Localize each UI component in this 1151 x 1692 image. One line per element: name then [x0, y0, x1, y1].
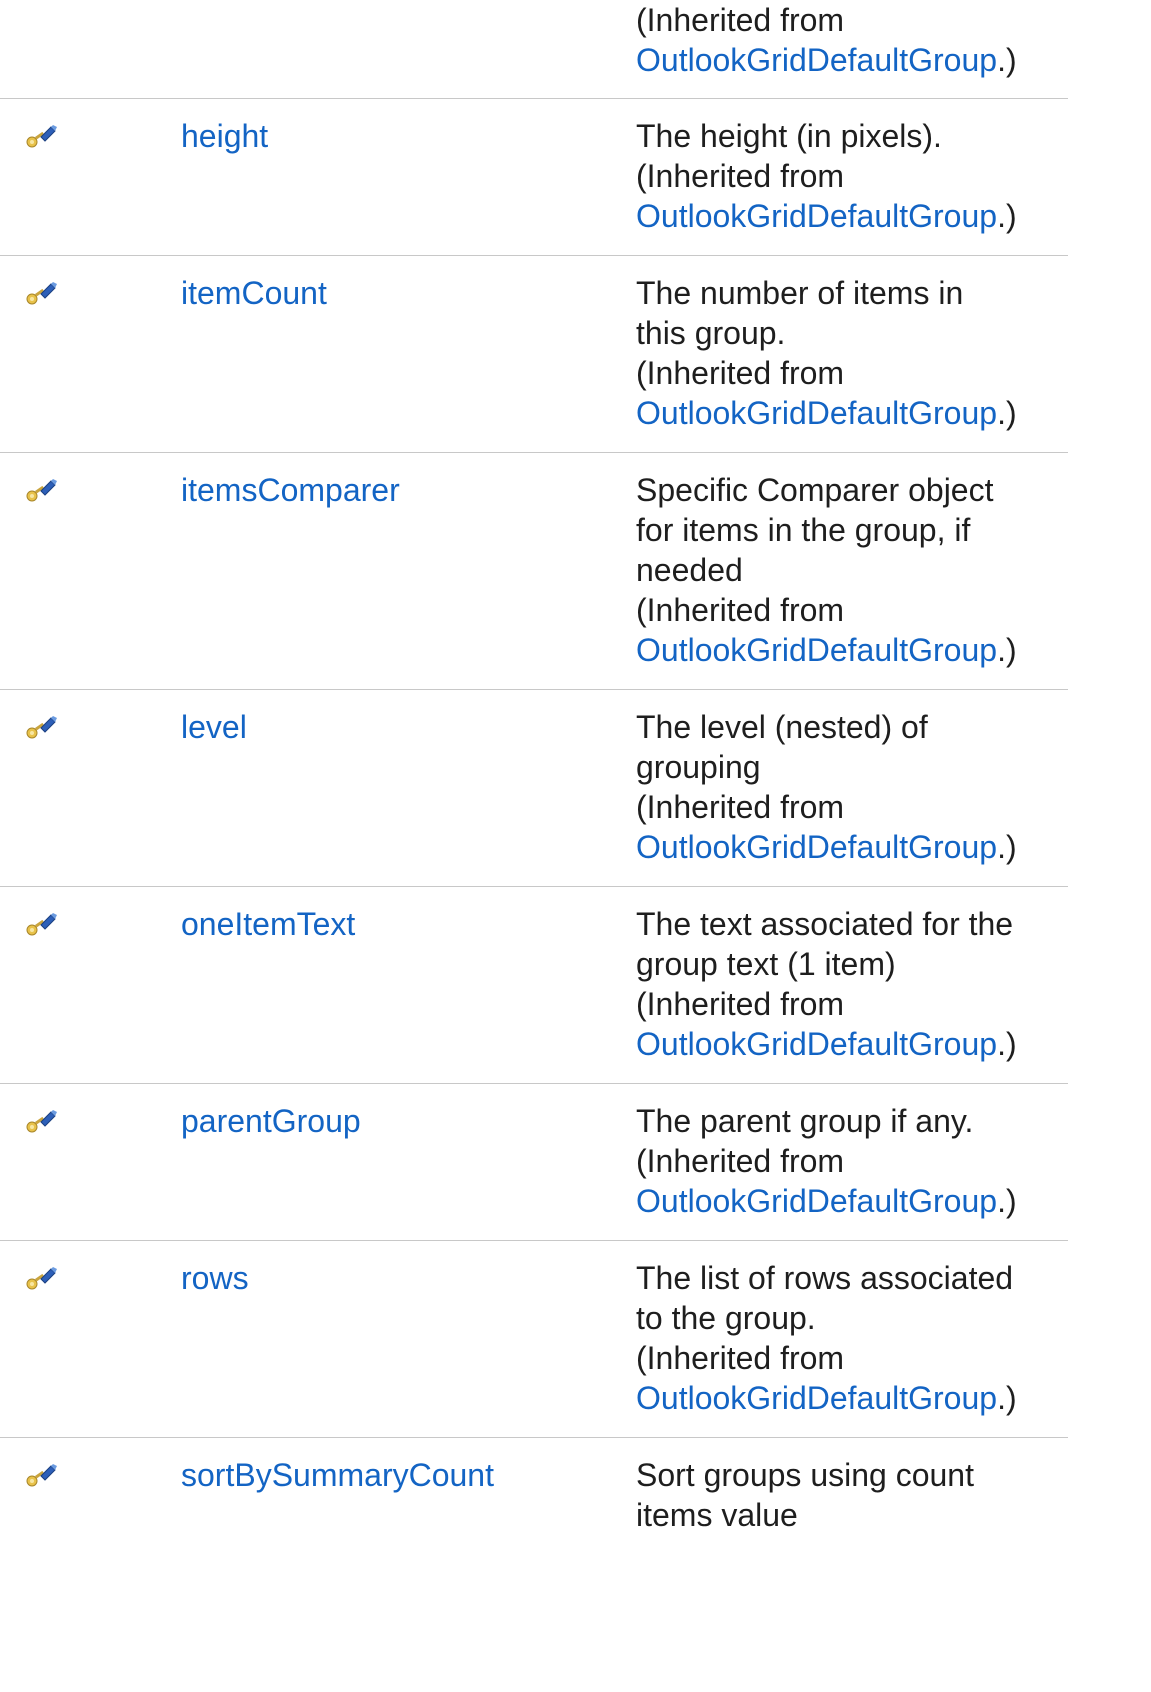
inherited-class-link[interactable]: OutlookGridDefaultGroup [636, 42, 997, 78]
inherited-class-line: OutlookGridDefaultGroup.) [636, 196, 1066, 236]
member-row-oneItemText: oneItemText The text associated for the g… [0, 887, 1068, 1084]
description-line: The text associated for the [636, 906, 1014, 942]
member-row-height: height The height (in pixels). (Inherited… [0, 99, 1068, 256]
description-line: The number of items in [636, 275, 964, 311]
member-row-level: level The level (nested) of grouping (Inhe… [0, 690, 1068, 887]
inherited-class-link[interactable]: OutlookGridDefaultGroup [636, 1026, 997, 1062]
inherited-class-line: OutlookGridDefaultGroup.) [636, 1181, 1066, 1221]
inherited-suffix: .) [997, 42, 1017, 78]
member-description: The list of rows associated to the group.… [636, 1258, 1066, 1418]
inherited-from-label: (Inherited from [636, 2, 845, 38]
member-description: The height (in pixels). (Inherited from Ou… [636, 116, 1066, 236]
inherited-from-label: (Inherited from [636, 789, 845, 825]
member-description: The text associated for the group text (1… [636, 904, 1066, 1064]
member-name-link[interactable]: itemsComparer [181, 470, 400, 510]
member-row-itemsComparer: itemsComparer Specific Comparer object fo… [0, 453, 1068, 690]
protected-field-icon [24, 907, 58, 936]
member-name-link[interactable]: rows [181, 1258, 249, 1298]
inherited-from-label: (Inherited from [636, 158, 845, 194]
description-line: for items in the group, if [636, 512, 971, 548]
member-description: Specific Comparer object for items in the… [636, 470, 1066, 670]
protected-field-icon [24, 473, 58, 502]
description-line: items value [636, 1497, 798, 1533]
inherited-class-link[interactable]: OutlookGridDefaultGroup [636, 395, 997, 431]
member-row-parentGroup: parentGroup The parent group if any. (Inh… [0, 1084, 1068, 1241]
description-line: group text (1 item) [636, 946, 896, 982]
description-line: needed [636, 552, 743, 588]
members-table: (Inherited from OutlookGridDefaultGroup.)… [0, 0, 1068, 1575]
description-line: The parent group if any. [636, 1103, 974, 1139]
inherited-class-line: OutlookGridDefaultGroup.) [636, 393, 1066, 433]
inherited-class-line: OutlookGridDefaultGroup.) [636, 630, 1066, 670]
member-row-rows: rows The list of rows associated to the g… [0, 1241, 1068, 1438]
description-line: this group. [636, 315, 786, 351]
inherited-from-label: (Inherited from [636, 1143, 845, 1179]
inherited-suffix: .) [997, 829, 1017, 865]
inherited-suffix: .) [997, 632, 1017, 668]
member-name-link[interactable]: level [181, 707, 247, 747]
member-row-continued: (Inherited from OutlookGridDefaultGroup.) [0, 0, 1068, 99]
member-row-sortBySummaryCount: sortBySummaryCount Sort groups using cou… [0, 1438, 1068, 1575]
protected-field-icon [24, 1261, 58, 1290]
inherited-from-label: (Inherited from [636, 1340, 845, 1376]
inherited-class-line: OutlookGridDefaultGroup.) [636, 40, 1066, 80]
protected-field-icon [24, 276, 58, 305]
member-description: The number of items in this group. (Inheri… [636, 273, 1066, 433]
inherited-suffix: .) [997, 395, 1017, 431]
inherited-class-link[interactable]: OutlookGridDefaultGroup [636, 829, 997, 865]
member-description: The parent group if any. (Inherited from O… [636, 1101, 1066, 1221]
inherited-suffix: .) [997, 1380, 1017, 1416]
protected-field-icon [24, 1458, 58, 1487]
description-line: Specific Comparer object [636, 472, 994, 508]
description-line: The level (nested) of [636, 709, 928, 745]
member-name-link[interactable]: itemCount [181, 273, 327, 313]
inherited-class-link[interactable]: OutlookGridDefaultGroup [636, 632, 997, 668]
member-description: Sort groups using count items value [636, 1455, 1066, 1535]
inherited-from-label: (Inherited from [636, 986, 845, 1022]
protected-field-icon [24, 710, 58, 739]
inherited-suffix: .) [997, 1026, 1017, 1062]
description-line: The height (in pixels). [636, 118, 942, 154]
inherited-class-link[interactable]: OutlookGridDefaultGroup [636, 1183, 997, 1219]
member-name-link[interactable]: sortBySummaryCount [181, 1455, 494, 1495]
member-description: The level (nested) of grouping (Inherited … [636, 707, 1066, 867]
member-name-link[interactable]: parentGroup [181, 1101, 361, 1141]
inherited-class-line: OutlookGridDefaultGroup.) [636, 1024, 1066, 1064]
inherited-from-label: (Inherited from [636, 592, 845, 628]
inherited-from-label: (Inherited from [636, 355, 845, 391]
member-name-link[interactable]: oneItemText [181, 904, 355, 944]
description-line: Sort groups using count [636, 1457, 974, 1493]
protected-field-icon [24, 119, 58, 148]
inherited-class-link[interactable]: OutlookGridDefaultGroup [636, 198, 997, 234]
member-name-link[interactable]: height [181, 116, 268, 156]
member-row-itemCount: itemCount The number of items in this gro… [0, 256, 1068, 453]
inherited-suffix: .) [997, 1183, 1017, 1219]
description-line: The list of rows associated [636, 1260, 1014, 1296]
protected-field-icon [24, 1104, 58, 1133]
inherited-class-line: OutlookGridDefaultGroup.) [636, 1378, 1066, 1418]
member-description: (Inherited from OutlookGridDefaultGroup.) [636, 0, 1066, 80]
description-line: grouping [636, 749, 761, 785]
inherited-class-link[interactable]: OutlookGridDefaultGroup [636, 1380, 997, 1416]
inherited-suffix: .) [997, 198, 1017, 234]
description-line: to the group. [636, 1300, 816, 1336]
inherited-class-line: OutlookGridDefaultGroup.) [636, 827, 1066, 867]
